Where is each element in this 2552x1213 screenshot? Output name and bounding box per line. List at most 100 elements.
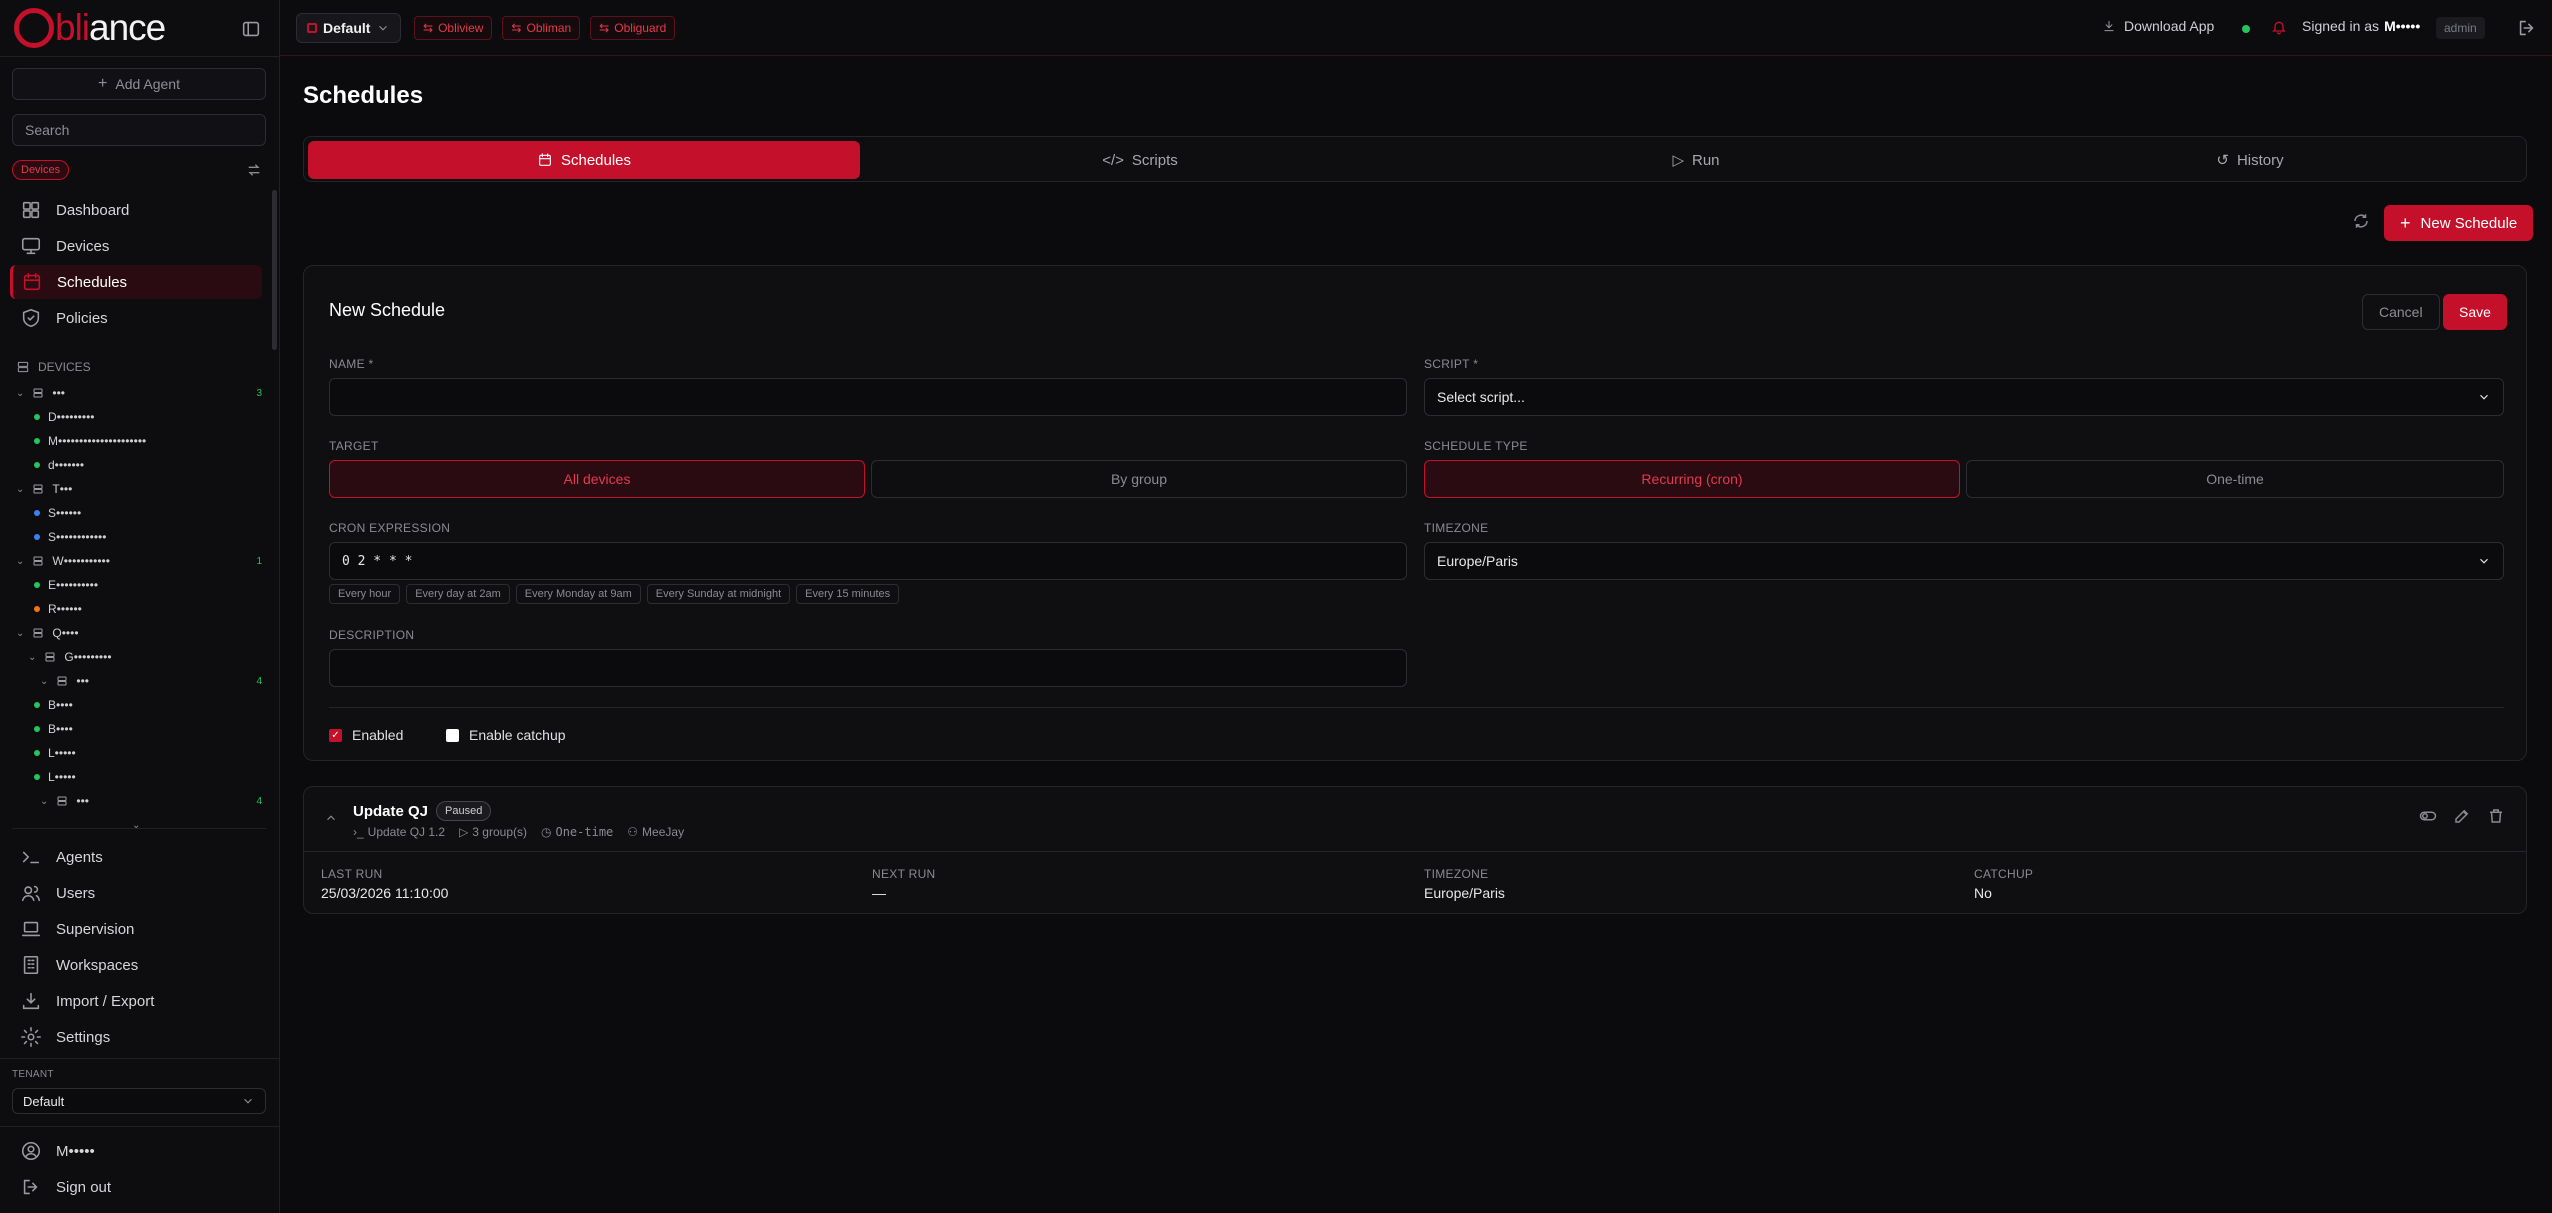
toggle-icon[interactable] bbox=[2419, 807, 2437, 825]
user-circle-icon bbox=[20, 1140, 42, 1162]
sidebar-item-label: Agents bbox=[56, 848, 103, 866]
tree-device[interactable]: E•••••••••• bbox=[34, 573, 280, 597]
sidebar-item-agents[interactable]: Agents bbox=[10, 840, 262, 874]
save-button[interactable]: Save bbox=[2443, 294, 2507, 330]
search-input[interactable]: Search bbox=[12, 114, 266, 146]
cron-preset-chip[interactable]: Every hour bbox=[329, 584, 401, 604]
app-link-obliview[interactable]: ⇆ Obliview bbox=[414, 16, 493, 40]
chevron-down-icon[interactable]: ⌄ bbox=[16, 484, 24, 495]
tree-group[interactable]: ⌄ ••• 4 bbox=[40, 669, 280, 693]
sidebar-scrollbar[interactable] bbox=[272, 190, 277, 350]
sidebar-item-settings[interactable]: Settings bbox=[10, 1020, 262, 1054]
collapse-sidebar-icon[interactable] bbox=[240, 18, 262, 40]
cron-preset-chip[interactable]: Every 15 minutes bbox=[796, 584, 900, 604]
tree-device[interactable]: R•••••• bbox=[34, 597, 280, 621]
devices-filter-badge[interactable]: Devices bbox=[12, 160, 70, 180]
sidebar-item-dashboard[interactable]: Dashboard bbox=[10, 193, 262, 227]
tree-scroll-down-icon[interactable]: ⌄ bbox=[132, 820, 140, 831]
cancel-button[interactable]: Cancel bbox=[2362, 294, 2440, 330]
sidebar-item-supervision[interactable]: Supervision bbox=[10, 912, 262, 946]
collapse-chevron-icon[interactable] bbox=[324, 811, 338, 825]
enabled-checkbox[interactable]: ✓ bbox=[329, 728, 342, 742]
app-link-obliguard[interactable]: ⇆ Obliguard bbox=[590, 16, 676, 40]
tree-label: R•••••• bbox=[48, 602, 82, 616]
workspace-select[interactable]: Default bbox=[296, 13, 402, 43]
tree-device[interactable]: d••••••• bbox=[34, 453, 280, 477]
delete-icon[interactable] bbox=[2487, 807, 2505, 825]
tree-group[interactable]: ⌄ W••••••••••• 1 bbox=[16, 549, 280, 573]
timezone-select[interactable]: Europe/Paris bbox=[1424, 542, 2504, 580]
import-icon bbox=[20, 990, 42, 1012]
timezone-label: TIMEZONE bbox=[1424, 521, 1489, 535]
tree-device[interactable]: B•••• bbox=[34, 693, 280, 717]
chevron-down-icon[interactable]: ⌄ bbox=[40, 676, 48, 687]
tab-schedules[interactable]: Schedules bbox=[308, 141, 860, 179]
add-agent-button[interactable]: + Add Agent bbox=[12, 68, 266, 100]
app-link-obliman[interactable]: ⇆ Obliman bbox=[502, 16, 581, 40]
tree-group[interactable]: ⌄ ••• 4 bbox=[40, 789, 280, 813]
server-icon bbox=[44, 651, 56, 663]
sidebar-item-policies[interactable]: Policies bbox=[10, 301, 262, 335]
status-dot bbox=[34, 750, 40, 756]
schedule-type-recurring[interactable]: Recurring (cron) bbox=[1424, 460, 1960, 498]
target-all-devices[interactable]: All devices bbox=[329, 460, 865, 498]
cron-preset-chip[interactable]: Every Monday at 9am bbox=[515, 584, 641, 604]
name-input[interactable] bbox=[329, 378, 1407, 416]
tree-device[interactable]: D••••••••• bbox=[34, 405, 280, 429]
new-schedule-button[interactable]: + New Schedule bbox=[2384, 205, 2534, 241]
description-input[interactable] bbox=[329, 649, 1407, 687]
schedule-type-one-time[interactable]: One-time bbox=[1966, 460, 2504, 498]
sidebar-item-schedules[interactable]: Schedules bbox=[10, 265, 262, 299]
sign-out-link[interactable]: Sign out bbox=[10, 1170, 262, 1204]
catchup-checkbox[interactable] bbox=[446, 728, 459, 742]
calendar-icon bbox=[537, 152, 553, 168]
script-select[interactable]: Select script... bbox=[1424, 378, 2504, 416]
sidebar-item-workspaces[interactable]: Workspaces bbox=[10, 948, 262, 982]
chevron-down-icon[interactable]: ⌄ bbox=[40, 796, 48, 807]
refresh-icon[interactable] bbox=[2352, 212, 2370, 230]
bell-icon[interactable] bbox=[2271, 19, 2287, 35]
tree-group[interactable]: ⌄ ••• 3 bbox=[16, 381, 280, 405]
sidebar-item-users[interactable]: Users bbox=[10, 876, 262, 910]
tree-group[interactable]: ⌄ G••••••••• bbox=[28, 645, 280, 669]
tree-device[interactable]: M••••••••••••••••••••• bbox=[34, 429, 280, 453]
tenant-select[interactable]: Default bbox=[12, 1088, 266, 1114]
tab-history[interactable]: ↺ History bbox=[1976, 141, 2524, 179]
catchup-checkbox-row[interactable]: Enable catchup bbox=[446, 727, 566, 743]
tree-group[interactable]: ⌄ T••• bbox=[16, 477, 280, 501]
cron-input[interactable]: 0 2 * * * bbox=[329, 542, 1407, 580]
chevron-down-icon[interactable]: ⌄ bbox=[28, 652, 36, 663]
cron-preset-chip[interactable]: Every Sunday at midnight bbox=[646, 584, 791, 604]
schedule-type-label: SCHEDULE TYPE bbox=[1424, 439, 1528, 453]
tab-run[interactable]: ▷ Run bbox=[1420, 141, 1972, 179]
swap-icon[interactable] bbox=[246, 162, 262, 178]
tree-device[interactable]: B•••• bbox=[34, 717, 280, 741]
terminal-icon: ›_ bbox=[353, 825, 364, 839]
cron-label: CRON EXPRESSION bbox=[329, 521, 451, 535]
tree-device[interactable]: S•••••• bbox=[34, 501, 280, 525]
tree-device[interactable]: S•••••••••••• bbox=[34, 525, 280, 549]
user-profile-link[interactable]: M••••• bbox=[10, 1134, 262, 1168]
tree-device[interactable]: L••••• bbox=[34, 741, 280, 765]
download-app-button[interactable]: Download App bbox=[2102, 18, 2214, 34]
description-label: DESCRIPTION bbox=[329, 628, 415, 642]
sidebar-item-import-export[interactable]: Import / Export bbox=[10, 984, 262, 1018]
logout-icon[interactable] bbox=[2516, 17, 2538, 39]
chevron-down-icon[interactable]: ⌄ bbox=[16, 628, 24, 639]
cron-preset-chip[interactable]: Every day at 2am bbox=[406, 584, 510, 604]
tree-label: S•••••••••••• bbox=[48, 530, 107, 544]
target-by-group[interactable]: By group bbox=[871, 460, 1407, 498]
tab-scripts[interactable]: </> Scripts bbox=[864, 141, 1416, 179]
tree-group[interactable]: ⌄ Q•••• bbox=[16, 621, 280, 645]
page-title: Schedules bbox=[303, 82, 424, 109]
target-label: TARGET bbox=[329, 439, 379, 453]
sidebar-item-devices[interactable]: Devices bbox=[10, 229, 262, 263]
tree-label: d••••••• bbox=[48, 458, 85, 472]
logo[interactable]: bliance bbox=[14, 6, 166, 50]
chevron-down-icon[interactable]: ⌄ bbox=[16, 556, 24, 567]
chevron-down-icon[interactable]: ⌄ bbox=[16, 388, 24, 399]
edit-icon[interactable] bbox=[2453, 807, 2471, 825]
sidebar-item-label: Schedules bbox=[57, 273, 128, 291]
tree-device[interactable]: L••••• bbox=[34, 765, 280, 789]
enabled-checkbox-row[interactable]: ✓ Enabled bbox=[329, 727, 403, 743]
